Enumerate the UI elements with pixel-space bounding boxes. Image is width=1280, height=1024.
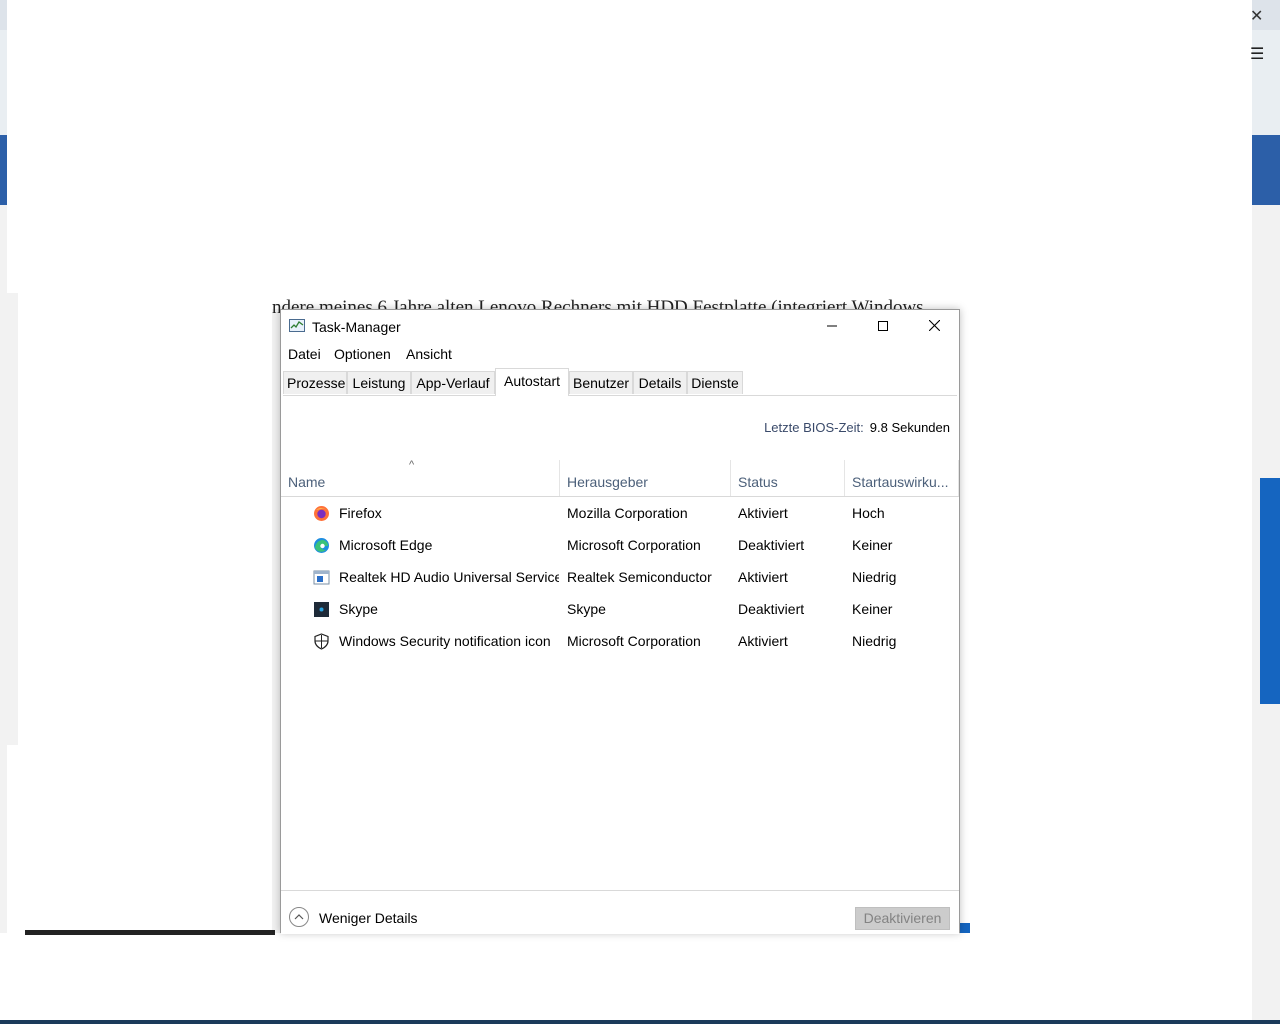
row-impact: Niedrig bbox=[852, 633, 897, 649]
autostart-table: ^ Name Herausgeber Status Startauswirku.… bbox=[281, 459, 959, 657]
edge-icon bbox=[314, 538, 329, 553]
bios-time: Letzte BIOS-Zeit: 9.8 Sekunden bbox=[764, 420, 950, 435]
row-publisher: Mozilla Corporation bbox=[567, 505, 688, 521]
close-button[interactable] bbox=[911, 310, 957, 342]
table-row[interactable]: Windows Security notification icon Micro… bbox=[281, 625, 959, 657]
row-impact: Keiner bbox=[852, 537, 893, 553]
row-status: Aktiviert bbox=[738, 633, 788, 649]
overlay-panel bbox=[0, 933, 1252, 1020]
close-icon bbox=[928, 319, 940, 332]
footer-bar: Weniger Details Deaktivieren bbox=[281, 890, 959, 934]
minimize-icon bbox=[827, 325, 837, 327]
menu-optionen[interactable]: Optionen bbox=[334, 346, 391, 362]
row-name: Firefox bbox=[339, 505, 382, 521]
row-status: Aktiviert bbox=[738, 569, 788, 585]
row-status: Deaktiviert bbox=[738, 537, 805, 553]
overlay-panel bbox=[7, 0, 1252, 293]
tab-prozesse[interactable]: Prozesse bbox=[283, 371, 347, 394]
tab-benutzer[interactable]: Benutzer bbox=[569, 371, 633, 394]
task-manager-window: Task-Manager Datei Optionen Ansicht Proz… bbox=[280, 309, 960, 934]
menu-ansicht[interactable]: Ansicht bbox=[406, 346, 452, 362]
row-name: Skype bbox=[339, 601, 378, 617]
tab-leistung[interactable]: Leistung bbox=[347, 371, 411, 394]
tab-app-verlauf[interactable]: App-Verlauf bbox=[411, 371, 495, 394]
overlay-panel bbox=[7, 745, 272, 933]
minimize-button[interactable] bbox=[809, 310, 855, 342]
skype-icon bbox=[314, 602, 329, 617]
table-row[interactable]: Microsoft Edge Microsoft Corporation Dea… bbox=[281, 529, 959, 561]
firefox-icon bbox=[314, 506, 329, 521]
task-manager-icon bbox=[289, 319, 305, 332]
row-status: Aktiviert bbox=[738, 505, 788, 521]
row-publisher: Realtek Semiconductor bbox=[567, 569, 712, 585]
row-name: Microsoft Edge bbox=[339, 537, 433, 553]
tab-dienste[interactable]: Dienste bbox=[687, 371, 743, 394]
background-menu-icon[interactable]: ☰ bbox=[1250, 44, 1264, 64]
tab-autostart[interactable]: Autostart bbox=[495, 368, 569, 396]
row-impact: Niedrig bbox=[852, 569, 897, 585]
window-title: Task-Manager bbox=[312, 319, 401, 335]
maximize-button[interactable] bbox=[860, 310, 906, 342]
row-impact: Keiner bbox=[852, 601, 893, 617]
overlay-panel bbox=[960, 293, 1252, 933]
tab-details[interactable]: Details bbox=[633, 371, 687, 394]
bios-time-label: Letzte BIOS-Zeit: bbox=[764, 420, 864, 435]
table-header: ^ Name Herausgeber Status Startauswirku.… bbox=[281, 459, 959, 497]
table-row[interactable]: Skype Skype Deaktiviert Keiner bbox=[281, 593, 959, 625]
row-name: Windows Security notification icon bbox=[339, 633, 551, 649]
column-header-name-label: Name bbox=[288, 474, 326, 490]
background-blue-block bbox=[1260, 478, 1280, 704]
row-name: Realtek HD Audio Universal Service bbox=[339, 569, 559, 585]
column-header-publisher[interactable]: Herausgeber bbox=[560, 460, 731, 496]
row-publisher: Microsoft Corporation bbox=[567, 633, 701, 649]
overlay-panel bbox=[18, 293, 272, 745]
background-close-icon[interactable]: ✕ bbox=[1250, 6, 1263, 26]
tab-bar: Prozesse Leistung App-Verlauf Autostart … bbox=[283, 368, 957, 396]
background-blue-accent bbox=[960, 923, 970, 933]
sort-indicator-icon: ^ bbox=[409, 459, 415, 471]
menu-datei[interactable]: Datei bbox=[288, 346, 321, 362]
shield-icon bbox=[314, 633, 329, 650]
realtek-icon bbox=[313, 570, 330, 585]
chevron-up-icon[interactable] bbox=[289, 907, 309, 927]
row-impact: Hoch bbox=[852, 505, 885, 521]
column-header-impact[interactable]: Startauswirku... bbox=[845, 460, 959, 496]
row-publisher: Microsoft Corporation bbox=[567, 537, 701, 553]
table-row[interactable]: Realtek HD Audio Universal Service Realt… bbox=[281, 561, 959, 593]
row-status: Deaktiviert bbox=[738, 601, 805, 617]
background-taskbar bbox=[0, 1020, 1280, 1024]
bios-time-value: 9.8 Sekunden bbox=[869, 420, 950, 435]
column-header-name[interactable]: ^ Name bbox=[281, 459, 560, 496]
column-header-status[interactable]: Status bbox=[731, 460, 845, 496]
background-dark-strip bbox=[25, 930, 275, 935]
table-row[interactable]: Firefox Mozilla Corporation Aktiviert Ho… bbox=[281, 497, 959, 529]
maximize-icon bbox=[878, 320, 888, 331]
row-publisher: Skype bbox=[567, 601, 606, 617]
title-bar[interactable]: Task-Manager bbox=[281, 310, 959, 342]
fewer-details-link[interactable]: Weniger Details bbox=[319, 910, 418, 926]
deactivate-button[interactable]: Deaktivieren bbox=[855, 907, 950, 930]
